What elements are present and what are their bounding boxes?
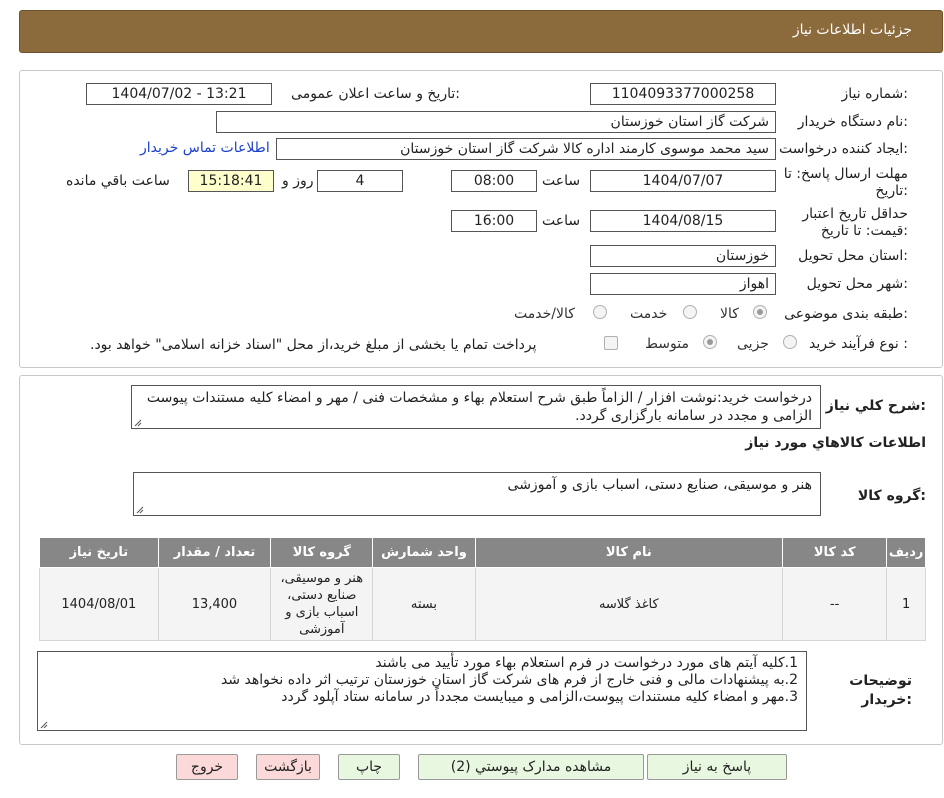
validity-time-label: ساعت <box>542 213 581 229</box>
resize-grip-icon[interactable] <box>39 720 48 729</box>
page-title: جزئیات اطلاعات نیاز <box>792 22 912 38</box>
buyer-notes-field: 1.کلیه آیتم های مورد درخواست در فرم استع… <box>37 651 807 731</box>
subject-category-label: طبقه بندی موضوعی: <box>784 306 908 322</box>
need-number-label: شماره نیاز: <box>841 86 908 102</box>
buyer-org-label: نام دستگاه خریدار: <box>797 114 908 130</box>
col-row: ردیف <box>886 537 926 568</box>
cell-date: 1404/08/01 <box>39 567 159 641</box>
table-header-row: ردیف کد کالا نام کالا واحد شمارش گروه کا… <box>39 537 926 568</box>
buyer-contact-link[interactable]: اطلاعات تماس خریدار <box>140 140 270 156</box>
delivery-province-label: استان محل تحویل: <box>798 248 908 264</box>
general-description-label: شرح کلي نیاز: <box>825 398 926 414</box>
reply-to-need-button[interactable]: پاسخ به نیاز <box>647 754 787 780</box>
resize-grip-icon[interactable] <box>135 505 144 514</box>
purchase-minor-option: جزیی <box>737 336 769 352</box>
reply-time-label: ساعت <box>542 173 581 189</box>
cell-quantity: 13,400 <box>157 567 272 641</box>
reply-deadline-label-2: تاریخ: <box>875 183 908 199</box>
exit-button[interactable]: خروج <box>176 754 238 780</box>
reply-deadline-label: مهلت ارسال پاسخ: تا <box>783 166 908 182</box>
purchase-medium-option: متوسط <box>645 336 689 352</box>
request-creator-field: سید محمد موسوی کارمند اداره کالا شرکت گا… <box>276 138 776 160</box>
validity-date-field: 1404/08/15 <box>590 210 776 232</box>
reply-time-field: 08:00 <box>451 170 537 192</box>
remaining-days-field: 4 <box>317 170 403 192</box>
general-description-field: درخواست خرید:نوشت افزار / الزاماً طبق شر… <box>131 385 821 429</box>
view-attachments-button[interactable]: مشاهده مدارک پیوستي (2) <box>418 754 644 780</box>
buyer-note-line: 3.مهر و امضاء کلیه مستندات پیوست،الزامی … <box>281 689 798 705</box>
request-creator-label: ایجاد کننده درخواست: <box>779 141 908 157</box>
price-validity-label-2: قیمت: تا تاریخ: <box>820 223 908 239</box>
category-goods-radio[interactable] <box>753 305 767 319</box>
category-goods-option: کالا <box>720 306 739 322</box>
buyer-note-line: 1.کلیه آیتم های مورد درخواست در فرم استع… <box>375 655 798 671</box>
col-name: نام کالا <box>474 537 784 568</box>
goods-group-label: گروه کالا: <box>857 488 926 504</box>
cell-name: کاغذ گلاسه <box>474 567 784 641</box>
delivery-province-field: خوزستان <box>590 245 776 267</box>
col-code: کد کالا <box>782 537 888 568</box>
col-date: تاریخ نیاز <box>39 537 159 568</box>
announce-datetime-field: 1404/07/02 - 13:21 <box>86 83 272 105</box>
back-button[interactable]: بازگشت <box>256 754 320 780</box>
category-service-option: خدمت <box>630 306 668 322</box>
validity-time-field: 16:00 <box>451 210 537 232</box>
resize-grip-icon[interactable] <box>133 418 142 427</box>
announce-datetime-label: تاریخ و ساعت اعلان عمومی: <box>291 86 460 102</box>
delivery-city-label: شهر محل تحویل: <box>806 276 908 292</box>
purchase-process-label: نوع فرآیند خرید : <box>809 336 908 352</box>
purchase-minor-radio[interactable] <box>783 335 797 349</box>
treasury-payment-note: پرداخت تمام یا بخشی از مبلغ خرید،از محل … <box>90 337 537 353</box>
reply-date-field: 1404/07/07 <box>590 170 776 192</box>
category-goods-service-radio[interactable] <box>593 305 607 319</box>
treasury-payment-checkbox[interactable] <box>604 336 618 350</box>
cell-row: 1 <box>886 567 926 641</box>
buyer-note-line: 2.به پیشنهادات مالی و فنی خارج از فرم ها… <box>220 672 798 688</box>
print-button[interactable]: چاپ <box>338 754 400 780</box>
category-goods-service-option: کالا/خدمت <box>514 306 575 322</box>
days-label: روز و <box>282 173 314 189</box>
category-service-radio[interactable] <box>683 305 697 319</box>
remaining-time-label: ساعت باقي مانده <box>66 173 170 189</box>
col-group: گروه کالا <box>270 537 374 568</box>
goods-section-title: اطلاعات کالاهاي مورد نیاز <box>745 435 926 451</box>
delivery-city-field: اهواز <box>590 273 776 295</box>
col-unit: واحد شمارش <box>372 537 476 568</box>
remaining-time-field: 15:18:41 <box>188 170 274 192</box>
buyer-org-field: شرکت گاز استان خوزستان <box>216 111 776 133</box>
cell-unit: بسته <box>372 567 476 641</box>
goods-group-field: هنر و موسیقی، صنایع دستی، اسباب بازی و آ… <box>133 472 821 516</box>
cell-group: هنر و موسیقی، صنایع دستی، اسباب بازی و آ… <box>270 567 374 641</box>
cell-code: -- <box>782 567 888 641</box>
price-validity-label: حداقل تاریخ اعتبار <box>802 206 908 222</box>
purchase-medium-radio[interactable] <box>703 335 717 349</box>
buyer-notes-label-2: خریدار: <box>861 692 912 708</box>
table-row: 1 -- کاغذ گلاسه بسته هنر و موسیقی، صنایع… <box>39 567 926 641</box>
goods-table: ردیف کد کالا نام کالا واحد شمارش گروه کا… <box>39 537 926 641</box>
need-number-field: 1104093377000258 <box>590 83 776 105</box>
buyer-notes-label: توضیحات <box>849 673 912 689</box>
col-quantity: تعداد / مقدار <box>157 537 272 568</box>
page-header: جزئیات اطلاعات نیاز <box>19 10 943 53</box>
